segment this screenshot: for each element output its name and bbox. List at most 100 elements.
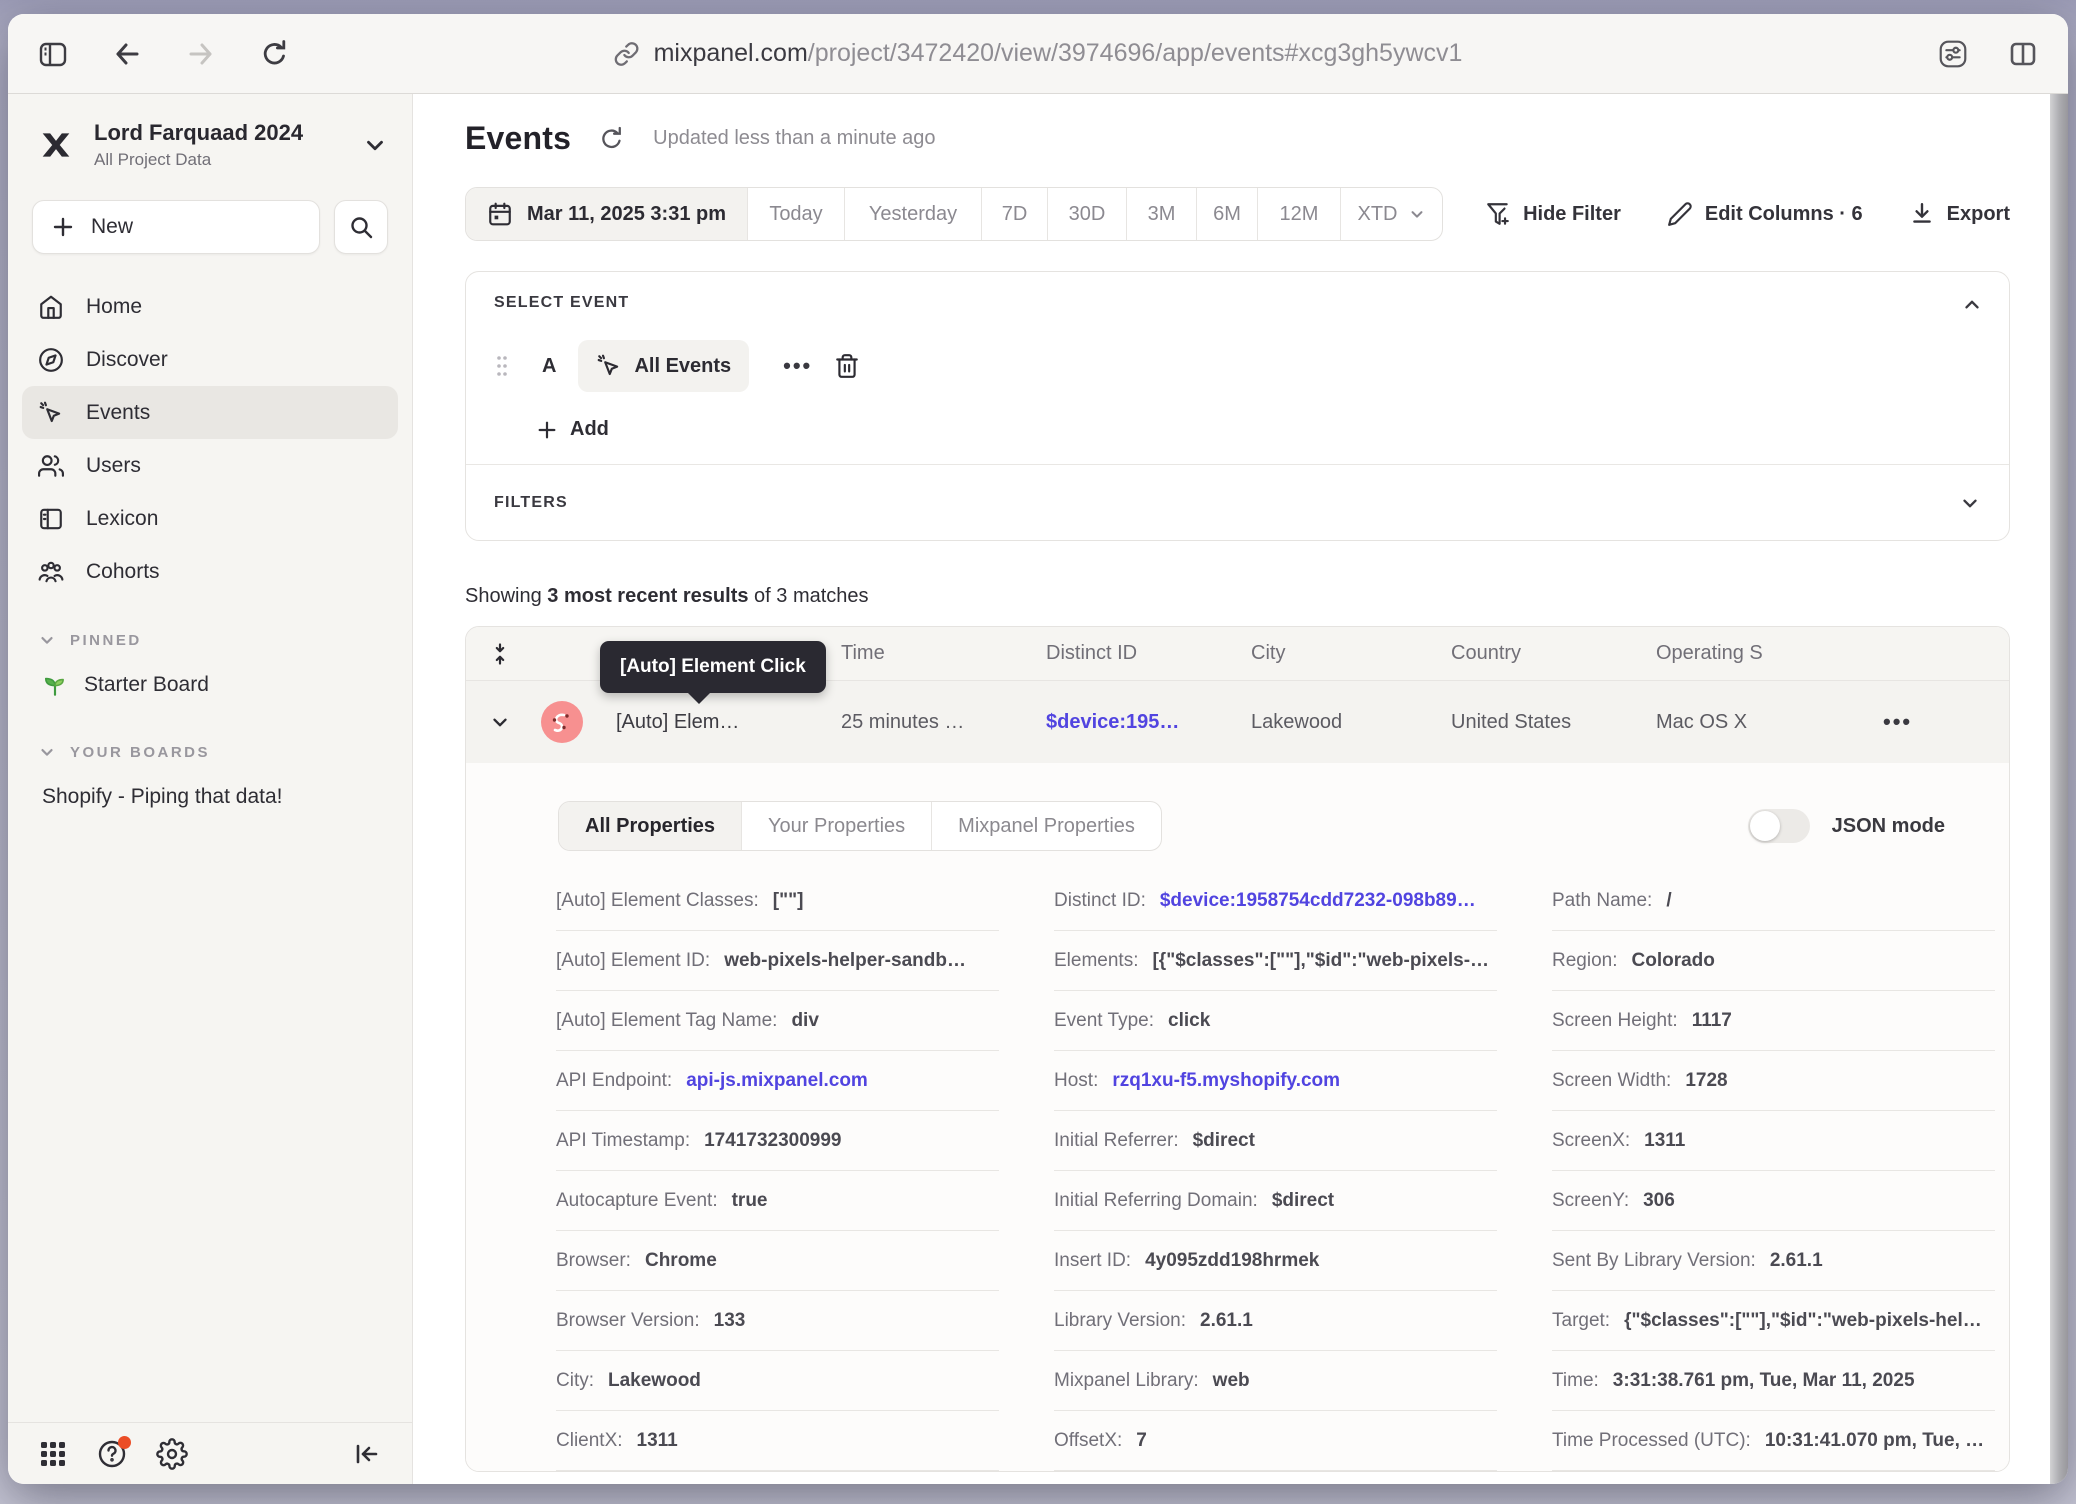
date-picker-button[interactable]: Mar 11, 2025 3:31 pm: [466, 188, 748, 240]
property-label: ScreenY:: [1552, 1190, 1629, 1212]
property-row[interactable]: [Auto] Element Classes:[""]: [556, 871, 999, 931]
export-button[interactable]: Export: [1909, 201, 2010, 227]
property-label: ClientX:: [556, 1430, 623, 1452]
cell-distinct-id[interactable]: $device:195…: [1046, 711, 1251, 734]
refresh-icon[interactable]: [597, 124, 627, 154]
property-row[interactable]: ScreenY:306: [1552, 1171, 1995, 1231]
property-row[interactable]: Mixpanel Library:web: [1054, 1351, 1497, 1411]
board-item[interactable]: Shopify - Piping that data!: [8, 772, 412, 822]
range-xtd-dropdown[interactable]: XTD: [1341, 188, 1442, 240]
sidebar-item-home[interactable]: Home: [22, 280, 398, 333]
property-row[interactable]: City:Lakewood: [556, 1351, 999, 1411]
plus-icon: [536, 419, 558, 441]
apps-grid-icon[interactable]: [38, 1439, 68, 1469]
property-row[interactable]: Library Version:2.61.1: [1054, 1291, 1497, 1351]
property-value-link[interactable]: $device:1958754cdd7232-098b89…: [1160, 890, 1476, 912]
property-label: Screen Width:: [1552, 1070, 1671, 1092]
property-value-link[interactable]: rzq1xu-f5.myshopify.com: [1112, 1070, 1340, 1092]
sidebar-item-users[interactable]: Users: [22, 439, 398, 492]
column-header-operating-s[interactable]: Operating S: [1656, 642, 1861, 665]
property-row[interactable]: Screen Width:1728: [1552, 1051, 1995, 1111]
property-row[interactable]: Sent By Library Version:2.61.1: [1552, 1231, 1995, 1291]
forward-button[interactable]: [184, 37, 218, 71]
sidebar-toggle-icon[interactable]: [36, 37, 70, 71]
property-row[interactable]: Screen Height:1117: [1552, 991, 1995, 1051]
row-more-icon[interactable]: •••: [1883, 709, 1912, 735]
property-row[interactable]: Browser:Chrome: [556, 1231, 999, 1291]
json-mode-toggle[interactable]: [1748, 809, 1810, 843]
property-row[interactable]: Insert ID:4y095zdd198hrmek: [1054, 1231, 1497, 1291]
property-row[interactable]: Time:3:31:38.761 pm, Tue, Mar 11, 2025: [1552, 1351, 1995, 1411]
your-boards-section-header[interactable]: YOUR BOARDS: [8, 732, 412, 772]
event-more-icon[interactable]: •••: [783, 353, 812, 379]
sidebar-item-lexicon[interactable]: Lexicon: [22, 492, 398, 545]
property-row[interactable]: Target:{"$classes":[""],"$id":"web-pixel…: [1552, 1291, 1995, 1351]
drag-handle-icon[interactable]: [494, 353, 510, 379]
new-button[interactable]: New: [32, 200, 320, 254]
property-row[interactable]: Host:rzq1xu-f5.myshopify.com: [1054, 1051, 1497, 1111]
property-row[interactable]: API Endpoint:api-js.mixpanel.com: [556, 1051, 999, 1111]
property-row[interactable]: Path Name:/: [1552, 871, 1995, 931]
row-expander-icon[interactable]: [489, 711, 511, 733]
column-header-time[interactable]: Time: [841, 642, 1046, 665]
property-row[interactable]: Distinct ID:$device:1958754cdd7232-098b8…: [1054, 871, 1497, 931]
range-6m[interactable]: 6M: [1197, 188, 1258, 240]
property-row[interactable]: Browser Version:133: [556, 1291, 999, 1351]
sidebar: Lord Farquaad 2024 All Project Data New: [8, 94, 413, 1484]
browser-settings-icon[interactable]: [1936, 37, 1970, 71]
column-header-country[interactable]: Country: [1451, 642, 1656, 665]
sidebar-item-cohorts[interactable]: Cohorts: [22, 545, 398, 598]
pinned-section-header[interactable]: PINNED: [8, 620, 412, 660]
back-button[interactable]: [110, 37, 144, 71]
delete-event-icon[interactable]: [834, 353, 860, 379]
property-row[interactable]: Event Type:click: [1054, 991, 1497, 1051]
tab-all-properties[interactable]: All Properties: [559, 802, 742, 850]
column-header-distinct-id[interactable]: Distinct ID: [1046, 642, 1251, 665]
property-value-link[interactable]: api-js.mixpanel.com: [686, 1070, 868, 1092]
new-button-label: New: [91, 215, 133, 239]
column-header-city[interactable]: City: [1251, 642, 1451, 665]
hide-filter-button[interactable]: Hide Filter: [1485, 201, 1621, 227]
add-event-button[interactable]: Add: [536, 418, 1981, 441]
range-today[interactable]: Today: [748, 188, 845, 240]
range-12m[interactable]: 12M: [1258, 188, 1341, 240]
property-row[interactable]: [Auto] Element ID:web-pixels-helper-sand…: [556, 931, 999, 991]
property-row[interactable]: Initial Referring Domain:$direct: [1054, 1171, 1497, 1231]
edit-columns-button[interactable]: Edit Columns · 6: [1667, 201, 1863, 227]
property-row[interactable]: [Auto] Element Tag Name:div: [556, 991, 999, 1051]
range-yesterday[interactable]: Yesterday: [845, 188, 982, 240]
property-row[interactable]: OffsetX:7: [1054, 1411, 1497, 1471]
reload-button[interactable]: [258, 37, 292, 71]
range-7d[interactable]: 7D: [982, 188, 1048, 240]
board-label: Starter Board: [84, 673, 209, 697]
search-button[interactable]: [334, 200, 388, 254]
property-row[interactable]: Elements:[{"$classes":[""],"$id":"web-pi…: [1054, 931, 1497, 991]
settings-gear-icon[interactable]: [156, 1438, 188, 1470]
sidebar-item-discover[interactable]: Discover: [22, 333, 398, 386]
address-bar[interactable]: mixpanel.com/project/3472420/view/397469…: [614, 14, 1463, 93]
collapse-rows-icon[interactable]: [488, 642, 512, 666]
property-row[interactable]: API Timestamp:1741732300999: [556, 1111, 999, 1171]
page-scrollbar[interactable]: [2050, 94, 2068, 1484]
property-row[interactable]: Region:Colorado: [1552, 931, 1995, 991]
property-row[interactable]: Initial Referrer:$direct: [1054, 1111, 1497, 1171]
property-row[interactable]: Time Processed (UTC):10:31:41.070 pm, Tu…: [1552, 1411, 1995, 1471]
tab-mixpanel-properties[interactable]: Mixpanel Properties: [932, 802, 1161, 850]
split-view-icon[interactable]: [2006, 37, 2040, 71]
event-selector-button[interactable]: All Events: [578, 340, 749, 392]
property-row[interactable]: Autocapture Event:true: [556, 1171, 999, 1231]
sidebar-item-events[interactable]: Events: [22, 386, 398, 439]
cell-event-name[interactable]: [Auto] Elem…: [616, 711, 841, 734]
sidebar-item-label: Lexicon: [86, 507, 158, 531]
collapse-sidebar-icon[interactable]: [350, 1438, 382, 1470]
pinned-board-item[interactable]: Starter Board: [8, 660, 412, 710]
tab-your-properties[interactable]: Your Properties: [742, 802, 932, 850]
property-row[interactable]: ClientX:1311: [556, 1411, 999, 1471]
project-switcher[interactable]: Lord Farquaad 2024 All Project Data: [8, 120, 412, 170]
help-icon[interactable]: [96, 1438, 128, 1470]
range-3m[interactable]: 3M: [1127, 188, 1197, 240]
property-row[interactable]: ScreenX:1311: [1552, 1111, 1995, 1171]
filters-section-header[interactable]: FILTERS: [466, 464, 2009, 540]
range-30d[interactable]: 30D: [1048, 188, 1127, 240]
collapse-section-icon[interactable]: [1961, 294, 1983, 316]
